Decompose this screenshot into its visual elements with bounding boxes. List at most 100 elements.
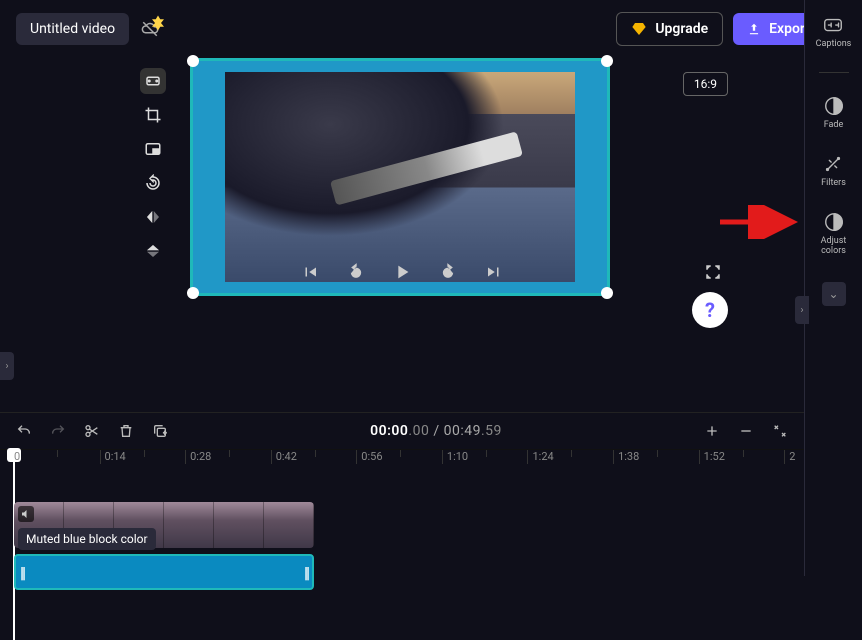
fade-label: Fade — [824, 121, 844, 131]
undo-icon — [16, 423, 32, 439]
duplicate-icon: + — [152, 423, 168, 439]
clip-trim-left[interactable]: || — [20, 563, 24, 582]
scissors-icon — [84, 423, 100, 439]
project-title-button[interactable]: Untitled video — [16, 13, 129, 45]
total-frames: .59 — [481, 423, 502, 439]
sidebar-item-captions[interactable]: Captions — [816, 14, 852, 50]
sidebar-divider — [819, 72, 849, 73]
pip-tool[interactable] — [140, 136, 166, 162]
color-clip[interactable]: || || — [14, 554, 314, 590]
add-track-button[interactable] — [702, 421, 722, 441]
flip-vertical-tool[interactable] — [140, 238, 166, 264]
ruler-tick: 1:38 — [613, 450, 699, 464]
ruler-tick: 0:14 — [100, 450, 186, 464]
fade-icon — [823, 95, 845, 117]
cloud-off-icon[interactable] — [139, 18, 161, 40]
ruler-tick: 1:52 — [699, 450, 785, 464]
fit-timeline-button[interactable] — [770, 421, 790, 441]
clip-thumbnail — [214, 502, 264, 548]
ruler-tick: 2 — [784, 450, 804, 464]
captions-label: Captions — [816, 40, 852, 50]
redo-button[interactable] — [48, 421, 68, 441]
adjust-colors-label: Adjust colors — [821, 237, 847, 257]
undo-button[interactable] — [14, 421, 34, 441]
sidebar-expand-button[interactable]: ⌄ — [822, 282, 846, 306]
project-title: Untitled video — [30, 21, 115, 37]
upload-icon — [747, 22, 761, 36]
zoom-out-button[interactable] — [736, 421, 756, 441]
diamond-icon — [631, 21, 647, 37]
flip-h-icon — [144, 208, 162, 226]
video-preview-frame — [225, 72, 575, 282]
split-button[interactable] — [82, 421, 102, 441]
clip-thumbnail — [264, 502, 314, 548]
play-button[interactable] — [391, 261, 413, 283]
upgrade-button[interactable]: Upgrade — [616, 12, 723, 46]
speaker-icon — [20, 508, 32, 520]
minus-icon — [738, 423, 754, 439]
ruler-tick: 1:10 — [442, 450, 528, 464]
sidebar-collapse-button[interactable]: › — [795, 296, 809, 324]
fit-tool[interactable] — [140, 68, 166, 94]
filters-icon — [822, 153, 844, 175]
rotate-tool[interactable] — [140, 170, 166, 196]
clip-tooltip: Muted blue block color — [18, 528, 156, 550]
help-icon: ? — [705, 298, 715, 322]
forward-icon: 5 — [439, 263, 457, 281]
delete-button[interactable] — [116, 421, 136, 441]
forward-5-button[interactable]: 5 — [437, 261, 459, 283]
aspect-ratio-selector[interactable]: 16:9 — [683, 72, 728, 96]
total-time: 00:49 — [444, 423, 481, 439]
rewind-5-button[interactable]: 5 — [345, 261, 367, 283]
svg-text:+: + — [163, 430, 166, 436]
upgrade-label: Upgrade — [655, 21, 708, 37]
filters-label: Filters — [821, 179, 846, 189]
sidebar-item-fade[interactable]: Fade — [823, 95, 845, 131]
redo-icon — [50, 423, 66, 439]
plus-icon — [704, 423, 720, 439]
premium-badge-icon — [149, 14, 167, 32]
skip-end-button[interactable] — [483, 261, 505, 283]
crop-tool[interactable] — [140, 102, 166, 128]
aspect-ratio-value: 16:9 — [694, 77, 717, 91]
rotate-icon — [144, 174, 162, 192]
resize-handle-tl[interactable] — [187, 55, 199, 67]
clip-thumbnail — [164, 502, 214, 548]
fit-icon — [144, 72, 162, 90]
current-time: 00:00 — [370, 423, 408, 439]
current-frames: .00 — [408, 423, 429, 439]
trash-icon — [118, 423, 134, 439]
captions-icon — [822, 14, 844, 36]
pip-icon — [144, 140, 162, 158]
ruler-tick: 0 — [14, 450, 100, 464]
transform-toolbar — [140, 68, 166, 264]
mute-indicator — [18, 506, 34, 522]
left-panel-expand[interactable]: › — [0, 352, 14, 380]
skip-start-icon — [301, 263, 319, 281]
timeline-toolbar: + 00:00.00 / 00:49.59 — [0, 412, 804, 450]
sidebar-item-filters[interactable]: Filters — [821, 153, 846, 189]
time-display: 00:00.00 / 00:49.59 — [370, 423, 502, 439]
skip-start-button[interactable] — [299, 261, 321, 283]
ruler-tick: 1:24 — [527, 450, 613, 464]
play-icon — [391, 261, 413, 283]
ruler-tick: 0:28 — [185, 450, 271, 464]
rewind-icon: 5 — [347, 263, 365, 281]
flip-horizontal-tool[interactable] — [140, 204, 166, 230]
fullscreen-icon — [704, 263, 722, 281]
timeline-ruler[interactable]: 0 0:14 0:28 0:42 0:56 1:10 1:24 1:38 1:5… — [0, 450, 804, 478]
time-sep: / — [429, 423, 443, 439]
sidebar-item-adjust-colors[interactable]: Adjust colors — [821, 211, 847, 257]
adjust-colors-icon — [823, 211, 845, 233]
right-property-sidebar: Captions Fade Filters Adjust colors › ⌄ — [804, 0, 862, 576]
fit-timeline-icon — [772, 423, 788, 439]
duplicate-button[interactable]: + — [150, 421, 170, 441]
clip-trim-right[interactable]: || — [304, 563, 308, 582]
fullscreen-button[interactable] — [702, 261, 724, 283]
flip-v-icon — [144, 242, 162, 260]
crop-icon — [144, 106, 162, 124]
ruler-tick: 0:56 — [356, 450, 442, 464]
ruler-tick: 0:42 — [271, 450, 357, 464]
help-button[interactable]: ? — [692, 292, 728, 328]
resize-handle-tr[interactable] — [601, 55, 613, 67]
